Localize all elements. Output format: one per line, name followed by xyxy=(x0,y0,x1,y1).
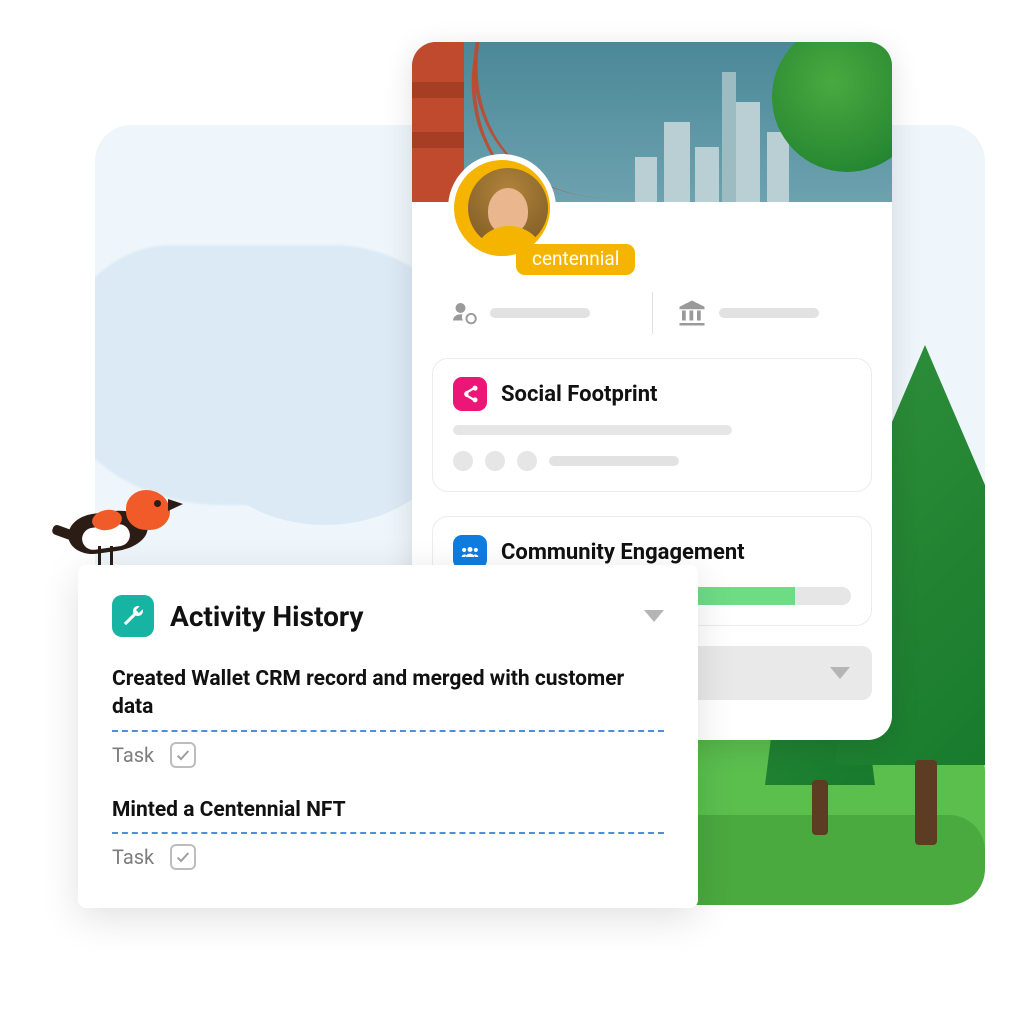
placeholder-dot xyxy=(517,451,537,471)
placeholder-line xyxy=(490,308,590,318)
chevron-down-icon[interactable] xyxy=(644,610,664,622)
community-icon xyxy=(453,535,487,569)
chevron-down-icon xyxy=(830,667,850,679)
placeholder-line xyxy=(453,425,732,435)
history-item-type: Task xyxy=(112,845,154,869)
divider xyxy=(112,832,664,834)
history-item-type: Task xyxy=(112,743,154,767)
profile-badge: centennial xyxy=(516,244,635,275)
person-globe-icon xyxy=(448,298,478,328)
placeholder-dot xyxy=(485,451,505,471)
placeholder-line xyxy=(719,308,819,318)
social-footprint-panel[interactable]: Social Footprint xyxy=(432,358,872,492)
history-item[interactable]: Minted a Centennial NFT Task xyxy=(112,796,664,870)
history-item-title: Created Wallet CRM record and merged wit… xyxy=(112,665,664,722)
meta-globe xyxy=(448,292,628,334)
meta-institution xyxy=(652,292,857,334)
activity-history-title: Activity History xyxy=(170,600,363,633)
divider xyxy=(112,730,664,732)
institution-icon xyxy=(677,298,707,328)
panel-title: Community Engagement xyxy=(501,540,745,565)
history-item-title: Minted a Centennial NFT xyxy=(112,796,664,824)
task-checkbox[interactable] xyxy=(170,742,196,768)
placeholder-line xyxy=(549,456,679,466)
task-checkbox[interactable] xyxy=(170,844,196,870)
wrench-icon xyxy=(112,595,154,637)
panel-title: Social Footprint xyxy=(501,382,657,407)
history-item[interactable]: Created Wallet CRM record and merged wit… xyxy=(112,665,664,768)
profile-meta-row xyxy=(412,292,892,334)
activity-history-card: Activity History Created Wallet CRM reco… xyxy=(78,565,698,908)
placeholder-dot xyxy=(453,451,473,471)
share-icon xyxy=(453,377,487,411)
